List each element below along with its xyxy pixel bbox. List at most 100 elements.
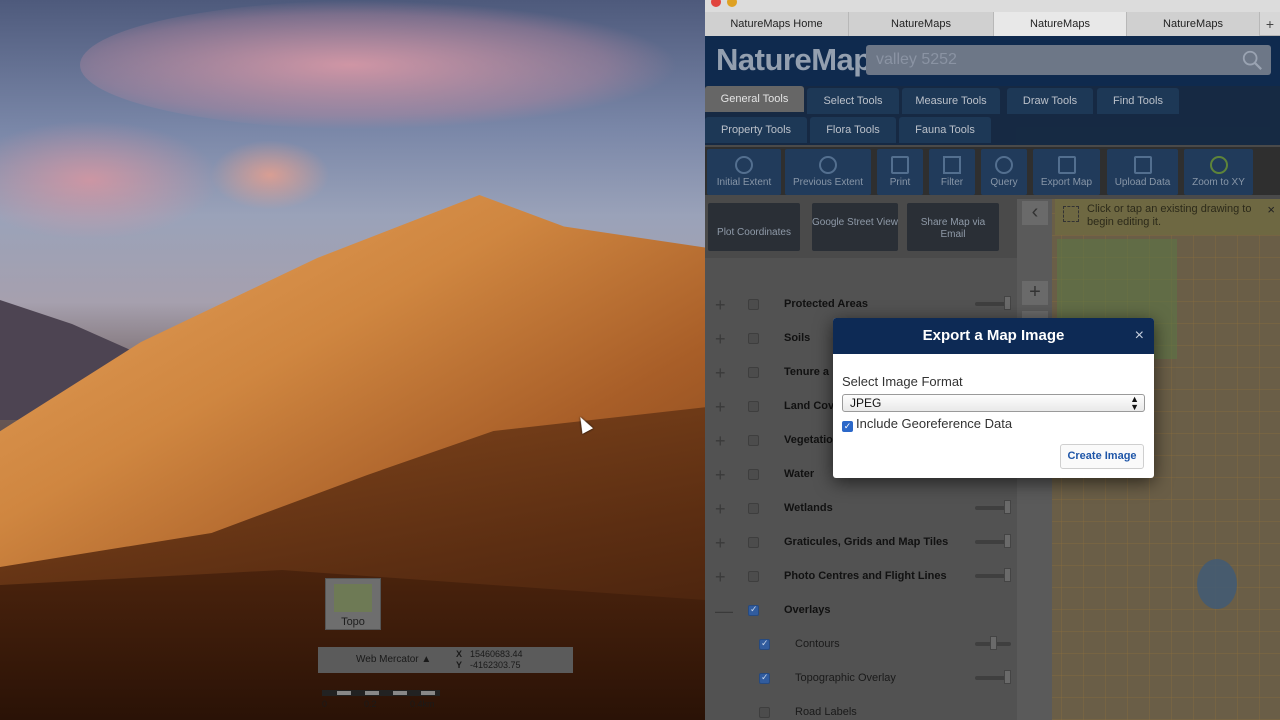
expand-icon[interactable]: +: [715, 295, 726, 316]
export-map-button[interactable]: Export Map: [1033, 149, 1100, 195]
browser-titlebar: [705, 0, 1280, 12]
format-label: Select Image Format: [842, 374, 963, 389]
tab-property-tools[interactable]: Property Tools: [705, 117, 807, 143]
export-map-dialog: Export a Map Image × Select Image Format…: [833, 318, 1154, 478]
zoom-in-button[interactable]: +: [1022, 281, 1048, 305]
previous-extent-button[interactable]: Previous Extent: [785, 149, 871, 195]
filter-button[interactable]: Filter: [929, 149, 975, 195]
collapse-icon[interactable]: —: [715, 601, 733, 622]
layer-row: — Overlays: [705, 594, 1017, 628]
tab-general-tools[interactable]: General Tools: [705, 86, 804, 112]
wallpaper-cloud: [0, 120, 220, 240]
scale-bar-graphic: [322, 690, 440, 696]
print-button[interactable]: Print: [877, 149, 923, 195]
scale-bar: 0 0.2 0.4km: [322, 690, 472, 718]
opacity-slider[interactable]: [975, 636, 1011, 650]
layer-checkbox-checked[interactable]: [759, 638, 770, 650]
select-arrows-icon: ▲ ▼: [1130, 394, 1139, 412]
export-map-icon: [1057, 156, 1076, 174]
expand-icon[interactable]: +: [715, 567, 726, 588]
layer-row: + Protected Areas: [705, 288, 1017, 322]
browser-tab[interactable]: NatureMaps: [849, 12, 994, 36]
expand-icon[interactable]: +: [715, 329, 726, 350]
app-header: NatureMaps valley 5252: [705, 36, 1280, 86]
layer-checkbox[interactable]: [748, 435, 759, 446]
upload-data-button[interactable]: Upload Data: [1107, 149, 1178, 195]
back-arrow-icon: [819, 156, 837, 174]
expand-icon[interactable]: +: [715, 431, 726, 452]
expand-icon[interactable]: +: [715, 397, 726, 418]
sublayer-row: Contours: [705, 628, 1017, 662]
layer-checkbox[interactable]: [748, 469, 759, 480]
opacity-slider[interactable]: [975, 500, 1011, 514]
zoom-to-xy-button[interactable]: Zoom to XY: [1184, 149, 1253, 195]
create-image-button[interactable]: Create Image: [1060, 444, 1144, 469]
minimize-window-button[interactable]: [727, 0, 737, 7]
layer-checkbox-checked[interactable]: [759, 672, 770, 684]
edit-shape-icon: [1063, 206, 1079, 222]
sublayer-row: Road Labels: [705, 696, 1017, 720]
printer-icon: [891, 156, 909, 174]
map-water-body: [1197, 559, 1237, 609]
layer-checkbox[interactable]: [748, 367, 759, 378]
dialog-header: Export a Map Image ×: [833, 318, 1154, 354]
tab-select-tools[interactable]: Select Tools: [807, 88, 899, 114]
initial-extent-button[interactable]: Initial Extent: [707, 149, 781, 195]
browser-tab[interactable]: NatureMaps Home: [705, 12, 849, 36]
georeference-checkbox[interactable]: ✓: [842, 421, 853, 432]
globe-icon: [735, 156, 753, 174]
basemap-toggle[interactable]: Topo: [325, 578, 381, 630]
tool-tabs: General Tools Select Tools Measure Tools…: [705, 86, 1280, 145]
share-map-email-button[interactable]: Share Map via Email: [907, 203, 999, 251]
opacity-slider[interactable]: [975, 568, 1011, 582]
opacity-slider[interactable]: [975, 534, 1011, 548]
tab-flora-tools[interactable]: Flora Tools: [810, 117, 896, 143]
layer-row: + Photo Centres and Flight Lines: [705, 560, 1017, 594]
funnel-icon: [943, 156, 961, 174]
layer-checkbox[interactable]: [748, 299, 759, 310]
layer-row: + Graticules, Grids and Map Tiles: [705, 526, 1017, 560]
opacity-slider[interactable]: [975, 670, 1011, 684]
magnifier-icon: [995, 156, 1013, 174]
search-input[interactable]: valley 5252: [866, 45, 1271, 75]
projection-selector[interactable]: Web Mercator ▲: [356, 654, 431, 665]
close-window-button[interactable]: [711, 0, 721, 7]
layer-checkbox[interactable]: [748, 503, 759, 514]
new-tab-button[interactable]: +: [1260, 12, 1280, 36]
coordinate-readout: Web Mercator ▲ X 15460683.44 Y -4162303.75: [318, 647, 573, 673]
browser-tab[interactable]: NatureMaps: [1127, 12, 1260, 36]
tab-find-tools[interactable]: Find Tools: [1097, 88, 1179, 114]
tab-draw-tools[interactable]: Draw Tools: [1007, 88, 1093, 114]
dialog-title: Export a Map Image: [922, 327, 1065, 344]
plot-coordinates-button[interactable]: Plot Coordinates: [708, 203, 800, 251]
tab-measure-tools[interactable]: Measure Tools: [902, 88, 1000, 114]
layer-checkbox[interactable]: [748, 537, 759, 548]
layer-checkbox[interactable]: [748, 333, 759, 344]
expand-icon[interactable]: +: [715, 533, 726, 554]
close-icon[interactable]: ×: [1267, 203, 1275, 216]
google-street-view-button[interactable]: Google Street View: [812, 203, 898, 251]
layer-checkbox[interactable]: [748, 571, 759, 582]
search-icon[interactable]: [1241, 49, 1263, 71]
search-value: valley 5252: [876, 51, 957, 68]
location-pin-icon: [1209, 156, 1228, 174]
image-format-select[interactable]: JPEG ▲ ▼: [842, 394, 1145, 412]
georeference-label: Include Georeference Data: [856, 416, 1013, 431]
layer-checkbox-checked[interactable]: [748, 604, 759, 616]
collapse-panel-icon[interactable]: ‹: [1022, 201, 1048, 225]
layer-checkbox[interactable]: [759, 707, 770, 718]
tab-fauna-tools[interactable]: Fauna Tools: [899, 117, 991, 143]
expand-icon[interactable]: +: [715, 465, 726, 486]
basemap-thumbnail: [334, 584, 372, 612]
browser-tab-active[interactable]: NatureMaps: [994, 12, 1127, 36]
layer-checkbox[interactable]: [748, 401, 759, 412]
xy-values: X 15460683.44 Y -4162303.75: [456, 649, 523, 670]
expand-icon[interactable]: +: [715, 363, 726, 384]
opacity-slider[interactable]: [975, 296, 1011, 310]
sublayer-row: Topographic Overlay: [705, 662, 1017, 696]
close-icon[interactable]: ×: [1135, 318, 1144, 354]
expand-icon[interactable]: +: [715, 499, 726, 520]
query-button[interactable]: Query: [981, 149, 1027, 195]
general-tools-panel: Initial Extent Previous Extent Print Fil…: [705, 147, 1280, 195]
tools-second-row: Plot Coordinates Google Street View Shar…: [705, 199, 1017, 255]
